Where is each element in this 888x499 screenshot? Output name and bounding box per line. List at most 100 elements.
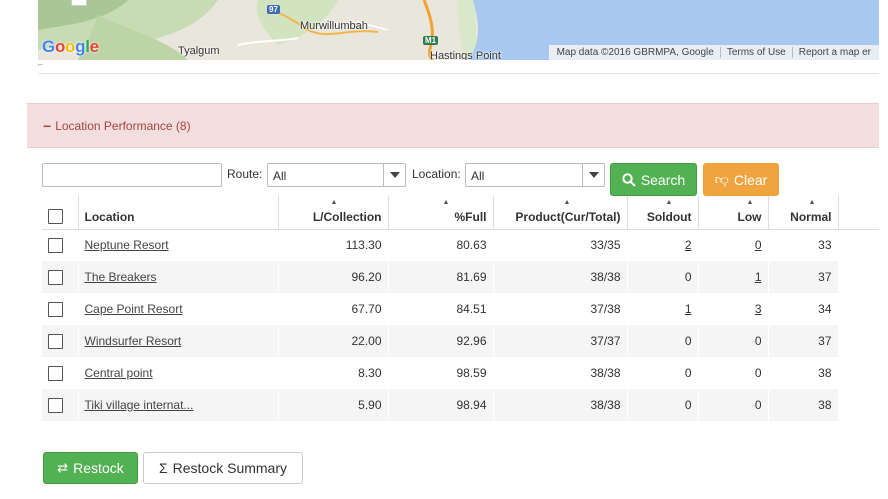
- collection-cell: 8.30: [278, 357, 389, 389]
- restock-summary-label: Restock Summary: [172, 460, 287, 476]
- normal-cell: 34: [768, 293, 839, 325]
- select-all-checkbox[interactable]: [48, 208, 63, 224]
- restock-button[interactable]: ⇄ Restock: [43, 452, 138, 484]
- collection-cell: 67.70: [278, 293, 389, 325]
- row-checkbox[interactable]: [48, 237, 63, 253]
- panel-title: Location Performance (8): [55, 118, 191, 133]
- low-link[interactable]: 3: [755, 302, 762, 316]
- google-logo[interactable]: Google: [42, 37, 99, 57]
- column-header-product[interactable]: ▲ Product(Cur/Total): [493, 196, 628, 230]
- column-header-normal[interactable]: ▲ Normal: [768, 196, 839, 230]
- location-search-input[interactable]: [42, 163, 222, 187]
- location-label: Location:: [412, 167, 461, 181]
- location-dropdown-toggle[interactable]: [582, 164, 604, 186]
- location-performance-table: Location ▲ L/Collection ▲ %Full ▲ Product(C…: [42, 196, 879, 421]
- table-row: Central point 8.30 98.59 38/38 0 0 38: [42, 357, 879, 389]
- soldout-link[interactable]: 2: [685, 238, 692, 252]
- sort-icon: ▲: [442, 199, 450, 206]
- table-row: Neptune Resort 113.30 80.63 33/35 2 0 33: [42, 229, 879, 261]
- table-header-row: Location ▲ L/Collection ▲ %Full ▲ Product(C…: [42, 196, 879, 230]
- select-all-header: [42, 196, 79, 230]
- route-select-value: All: [273, 169, 287, 183]
- product-cell: 38/38: [493, 389, 628, 421]
- collection-cell: 96.20: [278, 261, 389, 293]
- clear-button-label: Clear: [733, 171, 768, 188]
- route-m1-badge: M1: [423, 36, 439, 45]
- restock-button-label: Restock: [73, 460, 124, 476]
- column-header-low[interactable]: ▲ Low: [698, 196, 769, 230]
- chevron-down-icon: [389, 172, 400, 178]
- map-label-murwillumbah: Murwillumbah: [300, 20, 368, 32]
- table-row: Cape Point Resort 67.70 84.51 37/38 1 3 …: [42, 293, 879, 325]
- column-header-location[interactable]: Location: [78, 196, 279, 230]
- map-footer: ⌐: [38, 60, 879, 74]
- soldout-cell: 0: [627, 357, 699, 389]
- column-header-spacer: [838, 196, 879, 230]
- search-button[interactable]: Search: [610, 163, 697, 196]
- collapse-icon[interactable]: −: [43, 118, 51, 134]
- map-label-tyalgum: Tyalgum: [178, 45, 220, 57]
- row-checkbox[interactable]: [48, 301, 63, 317]
- row-checkbox[interactable]: [48, 397, 63, 413]
- location-link[interactable]: Cape Point Resort: [85, 302, 183, 316]
- low-cell: 0: [698, 389, 769, 421]
- full-cell: 98.94: [388, 389, 494, 421]
- normal-cell: 38: [768, 389, 839, 421]
- full-cell: 98.59: [388, 357, 494, 389]
- map-label-hastings-point: Hastings Point: [430, 50, 501, 60]
- row-checkbox[interactable]: [48, 365, 63, 381]
- sort-icon: ▲: [563, 199, 571, 206]
- soldout-link[interactable]: 1: [685, 302, 692, 316]
- location-link[interactable]: Neptune Resort: [85, 238, 169, 252]
- location-link[interactable]: Central point: [85, 366, 153, 380]
- normal-cell: 33: [768, 229, 839, 261]
- low-link[interactable]: 1: [755, 270, 762, 284]
- product-cell: 37/38: [493, 293, 628, 325]
- low-link[interactable]: 0: [755, 238, 762, 252]
- location-link[interactable]: Windsurfer Resort: [85, 334, 182, 348]
- column-header-soldout[interactable]: ▲ Soldout: [627, 196, 699, 230]
- terms-of-use-link[interactable]: Terms of Use: [719, 47, 792, 58]
- report-map-error-link[interactable]: Report a map er: [791, 47, 877, 58]
- route-select[interactable]: All: [267, 163, 406, 187]
- column-header-full[interactable]: ▲ %Full: [388, 196, 494, 230]
- location-map[interactable]: − 97 Murwillumbah Tyalgum M1 Hastings Po…: [38, 0, 879, 60]
- column-header-collection[interactable]: ▲ L/Collection: [278, 196, 389, 230]
- location-link[interactable]: Tiki village internat...: [85, 398, 194, 412]
- route-label: Route:: [227, 167, 263, 181]
- full-cell: 92.96: [388, 325, 494, 357]
- full-cell: 80.63: [388, 229, 494, 261]
- location-select-value: All: [471, 169, 485, 183]
- product-cell: 33/35: [493, 229, 628, 261]
- location-select[interactable]: All: [465, 163, 605, 187]
- product-cell: 38/38: [493, 261, 628, 293]
- full-cell: 84.51: [388, 293, 494, 325]
- restock-summary-button[interactable]: Σ Restock Summary: [143, 452, 303, 484]
- sort-icon: ▲: [808, 199, 816, 206]
- map-corner-marker: ⌐: [38, 60, 43, 69]
- row-checkbox[interactable]: [48, 333, 63, 349]
- sort-icon: ▲: [746, 199, 754, 206]
- normal-cell: 38: [768, 357, 839, 389]
- collection-cell: 22.00: [278, 325, 389, 357]
- location-link[interactable]: The Breakers: [85, 270, 157, 284]
- collection-cell: 5.90: [278, 389, 389, 421]
- table-row: Tiki village internat... 5.90 98.94 38/3…: [42, 389, 879, 421]
- sigma-icon: Σ: [158, 460, 168, 476]
- collection-cell: 113.30: [278, 229, 389, 261]
- normal-cell: 37: [768, 261, 839, 293]
- soldout-cell: 0: [627, 325, 699, 357]
- exchange-icon: ⇄: [57, 460, 69, 475]
- table-row: Windsurfer Resort 22.00 92.96 37/37 0 0 …: [42, 325, 879, 357]
- soldout-cell: 0: [627, 261, 699, 293]
- route-97-badge: 97: [267, 5, 280, 14]
- search-button-label: Search: [640, 171, 686, 188]
- clear-button[interactable]: 👎︎ Clear: [703, 163, 779, 196]
- low-cell: 0: [698, 357, 769, 389]
- normal-cell: 37: [768, 325, 839, 357]
- route-dropdown-toggle[interactable]: [383, 164, 405, 186]
- row-checkbox[interactable]: [48, 269, 63, 285]
- zoom-out-button[interactable]: −: [71, 0, 87, 6]
- low-cell: 0: [698, 325, 769, 357]
- location-performance-panel-heading[interactable]: − Location Performance (8): [27, 103, 879, 148]
